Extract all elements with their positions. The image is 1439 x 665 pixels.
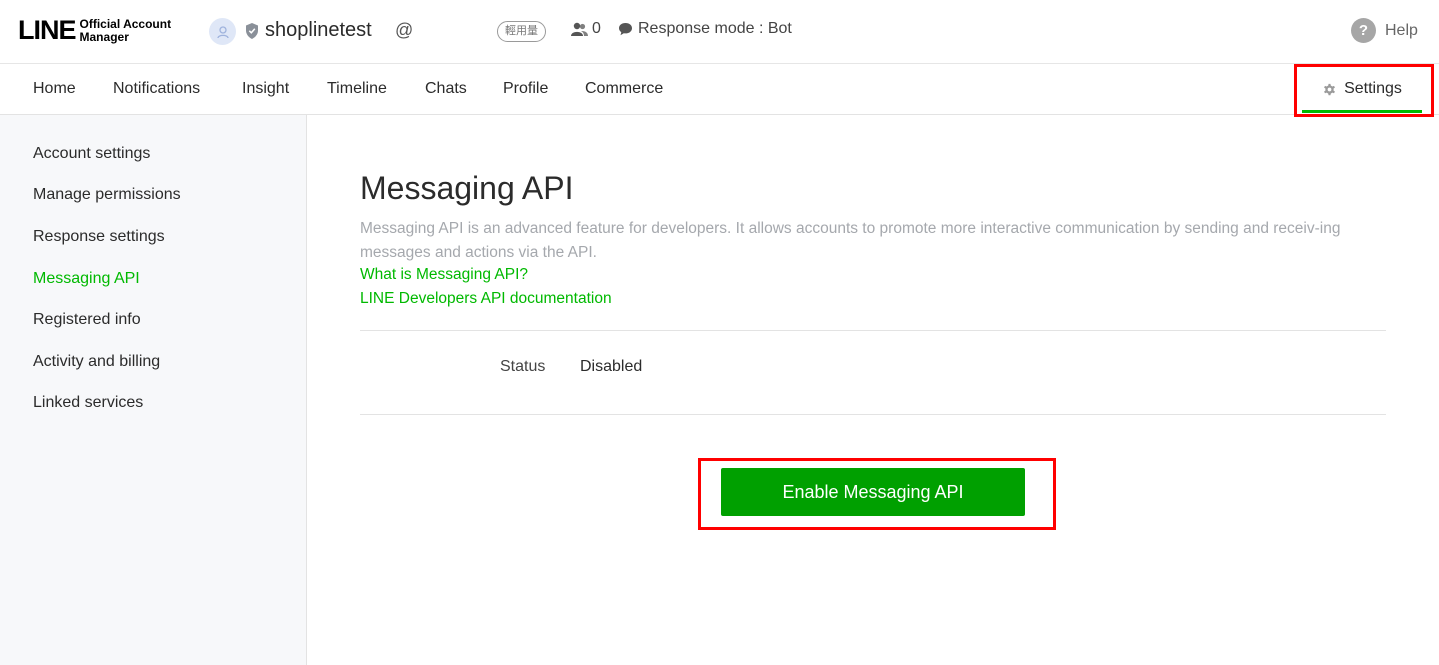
sidebar-item-activity-billing[interactable]: Activity and billing	[33, 353, 160, 371]
main-nav: Home Notifications Insight Timeline Chat…	[0, 64, 1439, 115]
logo-wordmark: LINE	[18, 15, 77, 45]
nav-notifications[interactable]: Notifications	[113, 80, 200, 98]
sidebar-item-account-settings[interactable]: Account settings	[33, 145, 150, 163]
top-header: LINE Official Account Manager shoplinete…	[0, 0, 1439, 64]
help-label: Help	[1385, 21, 1418, 39]
divider	[360, 330, 1386, 331]
nav-home[interactable]: Home	[33, 80, 76, 98]
status-label: Status	[500, 358, 546, 375]
nav-profile[interactable]: Profile	[503, 80, 548, 98]
enable-button-highlight-box	[698, 458, 1056, 530]
sidebar-item-registered-info[interactable]: Registered info	[33, 311, 141, 329]
line-logo[interactable]: LINE Official Account Manager	[18, 15, 171, 46]
sidebar-item-linked-services[interactable]: Linked services	[33, 394, 143, 412]
friends-icon	[571, 22, 588, 36]
account-name[interactable]: shoplinetest	[265, 19, 372, 42]
nav-commerce[interactable]: Commerce	[585, 80, 663, 98]
user-icon	[216, 25, 229, 38]
page-description: Messaging API is an advanced feature for…	[360, 220, 1341, 261]
help-link[interactable]: ? Help	[1351, 18, 1418, 43]
nav-timeline[interactable]: Timeline	[327, 80, 387, 98]
settings-sidebar: Account settings Manage permissions Resp…	[0, 115, 307, 665]
status-value: Disabled	[580, 358, 643, 375]
nav-chats[interactable]: Chats	[425, 80, 467, 98]
plan-badge[interactable]: 輕用量	[497, 21, 546, 42]
nav-insight[interactable]: Insight	[242, 80, 289, 98]
account-avatar[interactable]	[209, 18, 236, 45]
sidebar-item-messaging-api[interactable]: Messaging API	[33, 270, 140, 288]
logo-subtitle: Official Account Manager	[79, 16, 172, 44]
page-title: Messaging API	[360, 170, 574, 206]
response-mode-label: Response mode : Bot	[638, 20, 792, 37]
chat-bubble-icon	[619, 23, 632, 36]
what-is-messaging-api-link[interactable]: What is Messaging API?	[360, 266, 528, 284]
settings-highlight-box	[1294, 64, 1434, 117]
shield-icon	[246, 23, 258, 39]
divider	[360, 414, 1386, 415]
help-icon: ?	[1351, 18, 1376, 43]
api-documentation-link[interactable]: LINE Developers API documentation	[360, 290, 612, 308]
sidebar-item-response-settings[interactable]: Response settings	[33, 228, 165, 246]
account-id: @	[395, 20, 414, 40]
friend-count[interactable]: 0	[571, 20, 601, 38]
response-mode[interactable]: Response mode : Bot	[618, 20, 792, 38]
sidebar-item-manage-permissions[interactable]: Manage permissions	[33, 186, 181, 204]
friend-count-value: 0	[592, 20, 601, 37]
